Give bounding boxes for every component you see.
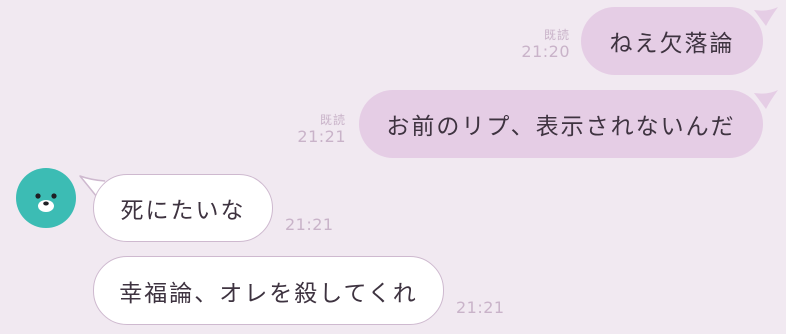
message-time: 21:20 bbox=[521, 42, 570, 61]
message-time: 21:21 bbox=[297, 127, 346, 146]
bubble-tail bbox=[754, 7, 778, 26]
incoming-message-bubble[interactable]: 幸福論、オレを殺してくれ bbox=[93, 256, 444, 325]
outgoing-message-bubble[interactable]: ねえ欠落論 bbox=[581, 7, 763, 75]
read-receipt: 既読 bbox=[319, 113, 346, 127]
incoming-message-bubble[interactable]: 死にたいな bbox=[93, 174, 273, 242]
message-time: 21:21 bbox=[285, 215, 334, 234]
outgoing-message-bubble[interactable]: お前のリプ、表示されないんだ bbox=[359, 90, 763, 158]
message-text: 死にたいな bbox=[120, 198, 246, 224]
message-text: ねえ欠落論 bbox=[609, 31, 735, 57]
message-meta: 既読 21:21 bbox=[297, 113, 346, 147]
read-receipt: 既読 bbox=[543, 28, 570, 42]
message-text: お前のリプ、表示されないんだ bbox=[386, 114, 736, 140]
message-text: 幸福論、オレを殺してくれ bbox=[119, 280, 418, 307]
bear-face-icon bbox=[35, 193, 57, 212]
contact-avatar[interactable] bbox=[16, 168, 76, 228]
chat-area: 既読 21:20 ねえ欠落論 既読 21:21 お前のリプ、表示されないんだ 死… bbox=[0, 0, 786, 334]
bubble-tail bbox=[754, 90, 778, 109]
message-meta: 既読 21:20 bbox=[521, 28, 570, 62]
message-time: 21:21 bbox=[456, 298, 505, 317]
